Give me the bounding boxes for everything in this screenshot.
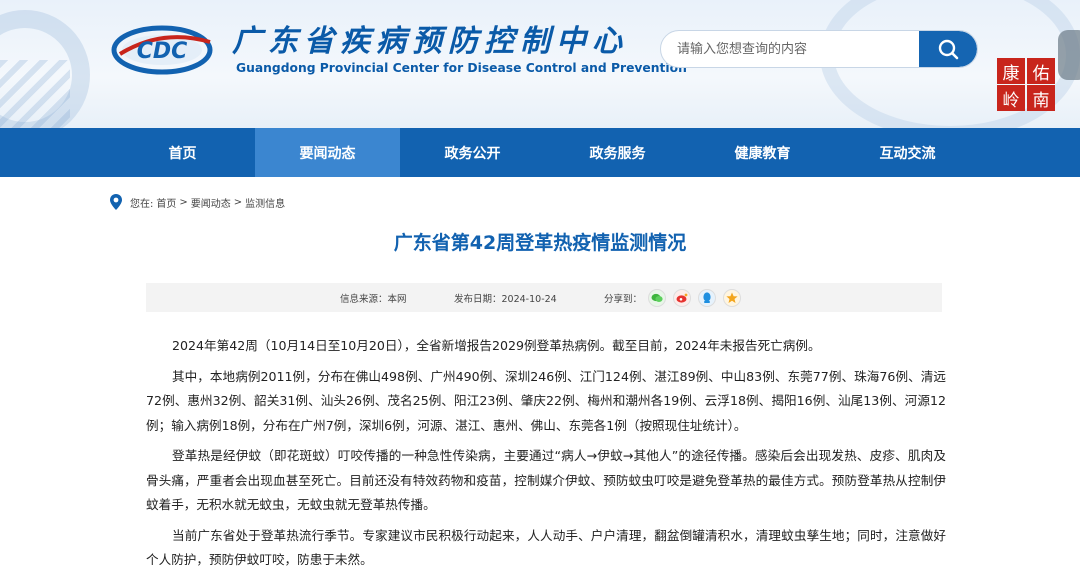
search-button[interactable]: [919, 31, 977, 67]
breadcrumb-item-monitoring[interactable]: 监测信息: [245, 195, 285, 210]
site-header: CDC 广东省疾病预防控制中心 Guangdong Provincial Cen…: [0, 0, 1080, 128]
seal-stamp: 康 佑 岭 南: [997, 58, 1055, 111]
breadcrumb-item-news[interactable]: 要闻动态: [191, 195, 231, 210]
site-title-en: Guangdong Provincial Center for Disease …: [236, 61, 687, 75]
main-nav: 首页 要闻动态 政务公开 政务服务 健康教育 互动交流: [0, 128, 1080, 177]
nav-item-home[interactable]: 首页: [110, 128, 255, 177]
article-paragraph: 登革热是经伊蚊（即花斑蚊）叮咬传播的一种急性传染病，主要通过“病人→伊蚊→其他人…: [146, 448, 946, 512]
article-meta: 信息来源：本网 发布日期：2024-10-24 分享到：: [146, 283, 942, 312]
nav-item-health-education[interactable]: 健康教育: [690, 128, 835, 177]
article-title: 广东省第42周登革热疫情监测情况: [393, 232, 687, 254]
search-box: [660, 30, 978, 68]
seal-char: 南: [1027, 85, 1055, 111]
nav-item-government-affairs[interactable]: 政务公开: [400, 128, 545, 177]
breadcrumb: 您在: 首页 > 要闻动态 > 监测信息: [110, 193, 288, 211]
article-body: 2024年第42周（10月14日至10月20日），全省新增报告2029例登革热病…: [146, 334, 946, 579]
wechat-icon[interactable]: [648, 288, 666, 307]
nav-item-government-services[interactable]: 政务服务: [545, 128, 690, 177]
location-pin-icon: [110, 194, 122, 210]
article-paragraph: 其中，本地病例2011例，分布在佛山498例、广州490例、深圳246例、江门1…: [146, 368, 946, 433]
article-paragraph: 2024年第42周（10月14日至10月20日），全省新增报告2029例登革热病…: [172, 338, 821, 353]
publish-date: 发布日期：2024-10-24: [454, 293, 557, 305]
header-decoration: [0, 60, 70, 128]
share-label: 分享到：: [604, 293, 643, 305]
seal-char: 康: [997, 58, 1025, 84]
seal-char: 岭: [997, 85, 1025, 111]
seal-char: 佑: [1027, 58, 1055, 84]
source-label: 信息来源：本网: [340, 293, 407, 305]
cdc-logo-icon[interactable]: CDC: [110, 20, 218, 76]
breadcrumb-separator: >: [233, 196, 243, 208]
logo-text: CDC: [137, 39, 188, 64]
decorative-sculpture: [1058, 30, 1080, 80]
nav-item-interaction[interactable]: 互动交流: [835, 128, 980, 177]
search-icon: [938, 39, 959, 60]
search-input[interactable]: [661, 31, 921, 67]
qzone-icon[interactable]: [723, 288, 741, 307]
breadcrumb-separator: >: [179, 196, 188, 208]
breadcrumb-prefix: 您在:: [130, 198, 154, 210]
nav-item-news[interactable]: 要闻动态: [255, 128, 400, 177]
article-paragraph: 当前广东省处于登革热流行季节。专家建议市民积极行动起来，人人动手、户户清理，翻盆…: [146, 527, 946, 568]
site-title-cn[interactable]: 广东省疾病预防控制中心: [232, 16, 628, 60]
breadcrumb-item-home[interactable]: 首页: [156, 195, 176, 210]
share-icons: [648, 283, 748, 312]
weibo-icon[interactable]: [673, 288, 691, 307]
qq-icon[interactable]: [698, 288, 716, 307]
